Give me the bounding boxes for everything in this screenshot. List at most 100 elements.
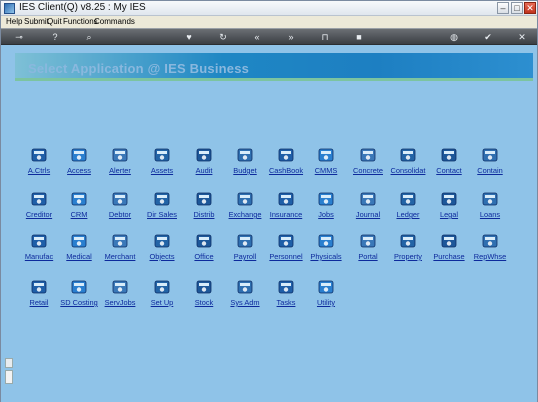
- app-cmms[interactable]: CMMS: [304, 145, 348, 179]
- app-budget[interactable]: Budget: [223, 145, 267, 179]
- app-contact[interactable]: Contact: [427, 145, 471, 179]
- help-icon[interactable]: ?: [49, 32, 61, 42]
- setup-icon: [154, 280, 170, 294]
- stop-icon[interactable]: ■: [353, 32, 365, 42]
- maximize-button[interactable]: □: [511, 2, 523, 14]
- app-access[interactable]: Access: [57, 145, 101, 179]
- medical-icon: [71, 234, 87, 248]
- app-logo-icon: [4, 3, 15, 14]
- app-office[interactable]: Office: [182, 231, 226, 265]
- app-consolidat[interactable]: Consolidat: [386, 145, 430, 179]
- app-label: Creditor: [25, 210, 53, 219]
- app-label: Access: [67, 166, 91, 175]
- back-icon[interactable]: «: [251, 32, 263, 42]
- app-purchase[interactable]: Purchase: [427, 231, 471, 265]
- menu-functions[interactable]: Functions: [63, 17, 98, 26]
- menu-help[interactable]: Help: [6, 17, 22, 26]
- app-repwhse[interactable]: RepWhse: [468, 231, 512, 265]
- app-payroll[interactable]: Payroll: [223, 231, 267, 265]
- bar-chart-icon: [237, 148, 253, 162]
- search-icon[interactable]: ⌕: [83, 32, 95, 42]
- app-label: Retail: [29, 298, 49, 307]
- app-alerter[interactable]: Alerter: [98, 145, 142, 179]
- app-sd-costing[interactable]: SD Costing: [57, 277, 101, 311]
- app-label: Property: [394, 252, 422, 261]
- app-personnel[interactable]: Personnel: [264, 231, 308, 265]
- objects-icon: [154, 234, 170, 248]
- app-jobs[interactable]: Jobs: [304, 189, 348, 223]
- globe-icon[interactable]: ◍: [448, 32, 460, 42]
- app-label: Portal: [358, 252, 378, 261]
- app-servjobs[interactable]: ServJobs: [98, 277, 142, 311]
- app-journal[interactable]: Journal: [346, 189, 390, 223]
- app-property[interactable]: Property: [386, 231, 430, 265]
- tag-icon: [31, 280, 47, 294]
- app-label: Office: [194, 252, 214, 261]
- app-label: Assets: [150, 166, 174, 175]
- globe-icon: [360, 234, 376, 248]
- app-debtor[interactable]: Debtor: [98, 189, 142, 223]
- service-icon: [112, 280, 128, 294]
- close-button[interactable]: ✕: [524, 2, 536, 14]
- app-exchange[interactable]: Exchange: [223, 189, 267, 223]
- heart-icon[interactable]: ♥: [183, 32, 195, 42]
- payroll-icon: [237, 234, 253, 248]
- app-crm[interactable]: CRM: [57, 189, 101, 223]
- menu-commands[interactable]: Commands: [94, 17, 135, 26]
- app-ledger[interactable]: Ledger: [386, 189, 430, 223]
- heart-icon: [71, 192, 87, 206]
- app-portal[interactable]: Portal: [346, 231, 390, 265]
- app-assets[interactable]: Assets: [140, 145, 184, 179]
- app-merchant[interactable]: Merchant: [98, 231, 142, 265]
- app-utility[interactable]: Utility: [304, 277, 348, 311]
- app-cashbook[interactable]: CashBook: [264, 145, 308, 179]
- app-creditor[interactable]: Creditor: [17, 189, 61, 223]
- document-icon: [31, 192, 47, 206]
- trash-icon[interactable]: ⊓: [319, 32, 331, 42]
- app-legal[interactable]: Legal: [427, 189, 471, 223]
- app-audit[interactable]: Audit: [182, 145, 226, 179]
- app-label: Tasks: [276, 298, 296, 307]
- cancel-icon[interactable]: ✕: [516, 32, 528, 42]
- key-icon: [71, 148, 87, 162]
- app-set-up[interactable]: Set Up: [140, 277, 184, 311]
- refresh-icon[interactable]: ↻: [217, 32, 229, 42]
- menu-submit[interactable]: Submit: [24, 17, 49, 26]
- app-tasks[interactable]: Tasks: [264, 277, 308, 311]
- app-a-ctrls[interactable]: A.Ctrls: [17, 145, 61, 179]
- app-banner: Select Application @ IES Business: [15, 53, 533, 81]
- app-objects[interactable]: Objects: [140, 231, 184, 265]
- app-dir-sales[interactable]: Dir Sales: [140, 189, 184, 223]
- toolbar: ⊸ ? ⌕ ♥ ↻ « » ⊓ ■ ◍ ✔ ✕: [1, 28, 537, 45]
- ledger-icon: [400, 192, 416, 206]
- menu-bar: Help Submit Quit Functions Commands: [1, 16, 537, 28]
- check-icon[interactable]: ✔: [482, 32, 494, 42]
- loan-icon: [482, 192, 498, 206]
- people-icon: [441, 148, 457, 162]
- app-label: Ledger: [396, 210, 420, 219]
- key-icon[interactable]: ⊸: [11, 32, 27, 42]
- journal-icon: [360, 192, 376, 206]
- app-label: Alerter: [109, 166, 131, 175]
- app-label: Consolidat: [390, 166, 426, 175]
- menu-quit[interactable]: Quit: [47, 17, 62, 26]
- app-physicals[interactable]: Physicals: [304, 231, 348, 265]
- app-label: Sys Adm: [230, 298, 260, 307]
- app-contain[interactable]: Contain: [468, 145, 512, 179]
- app-medical[interactable]: Medical: [57, 231, 101, 265]
- minimize-button[interactable]: –: [497, 2, 509, 14]
- app-label: Merchant: [104, 252, 136, 261]
- forward-icon[interactable]: »: [285, 32, 297, 42]
- app-distrib[interactable]: Distrib: [182, 189, 226, 223]
- app-manufac[interactable]: Manufac: [17, 231, 61, 265]
- app-sys-adm[interactable]: Sys Adm: [223, 277, 267, 311]
- app-label: CRM: [70, 210, 88, 219]
- app-stock[interactable]: Stock: [182, 277, 226, 311]
- app-loans[interactable]: Loans: [468, 189, 512, 223]
- app-label: Manufac: [24, 252, 54, 261]
- folder-icon: [278, 192, 294, 206]
- app-retail[interactable]: Retail: [17, 277, 61, 311]
- app-concrete[interactable]: Concrete: [346, 145, 390, 179]
- app-insurance[interactable]: Insurance: [264, 189, 308, 223]
- card-icon: [278, 148, 294, 162]
